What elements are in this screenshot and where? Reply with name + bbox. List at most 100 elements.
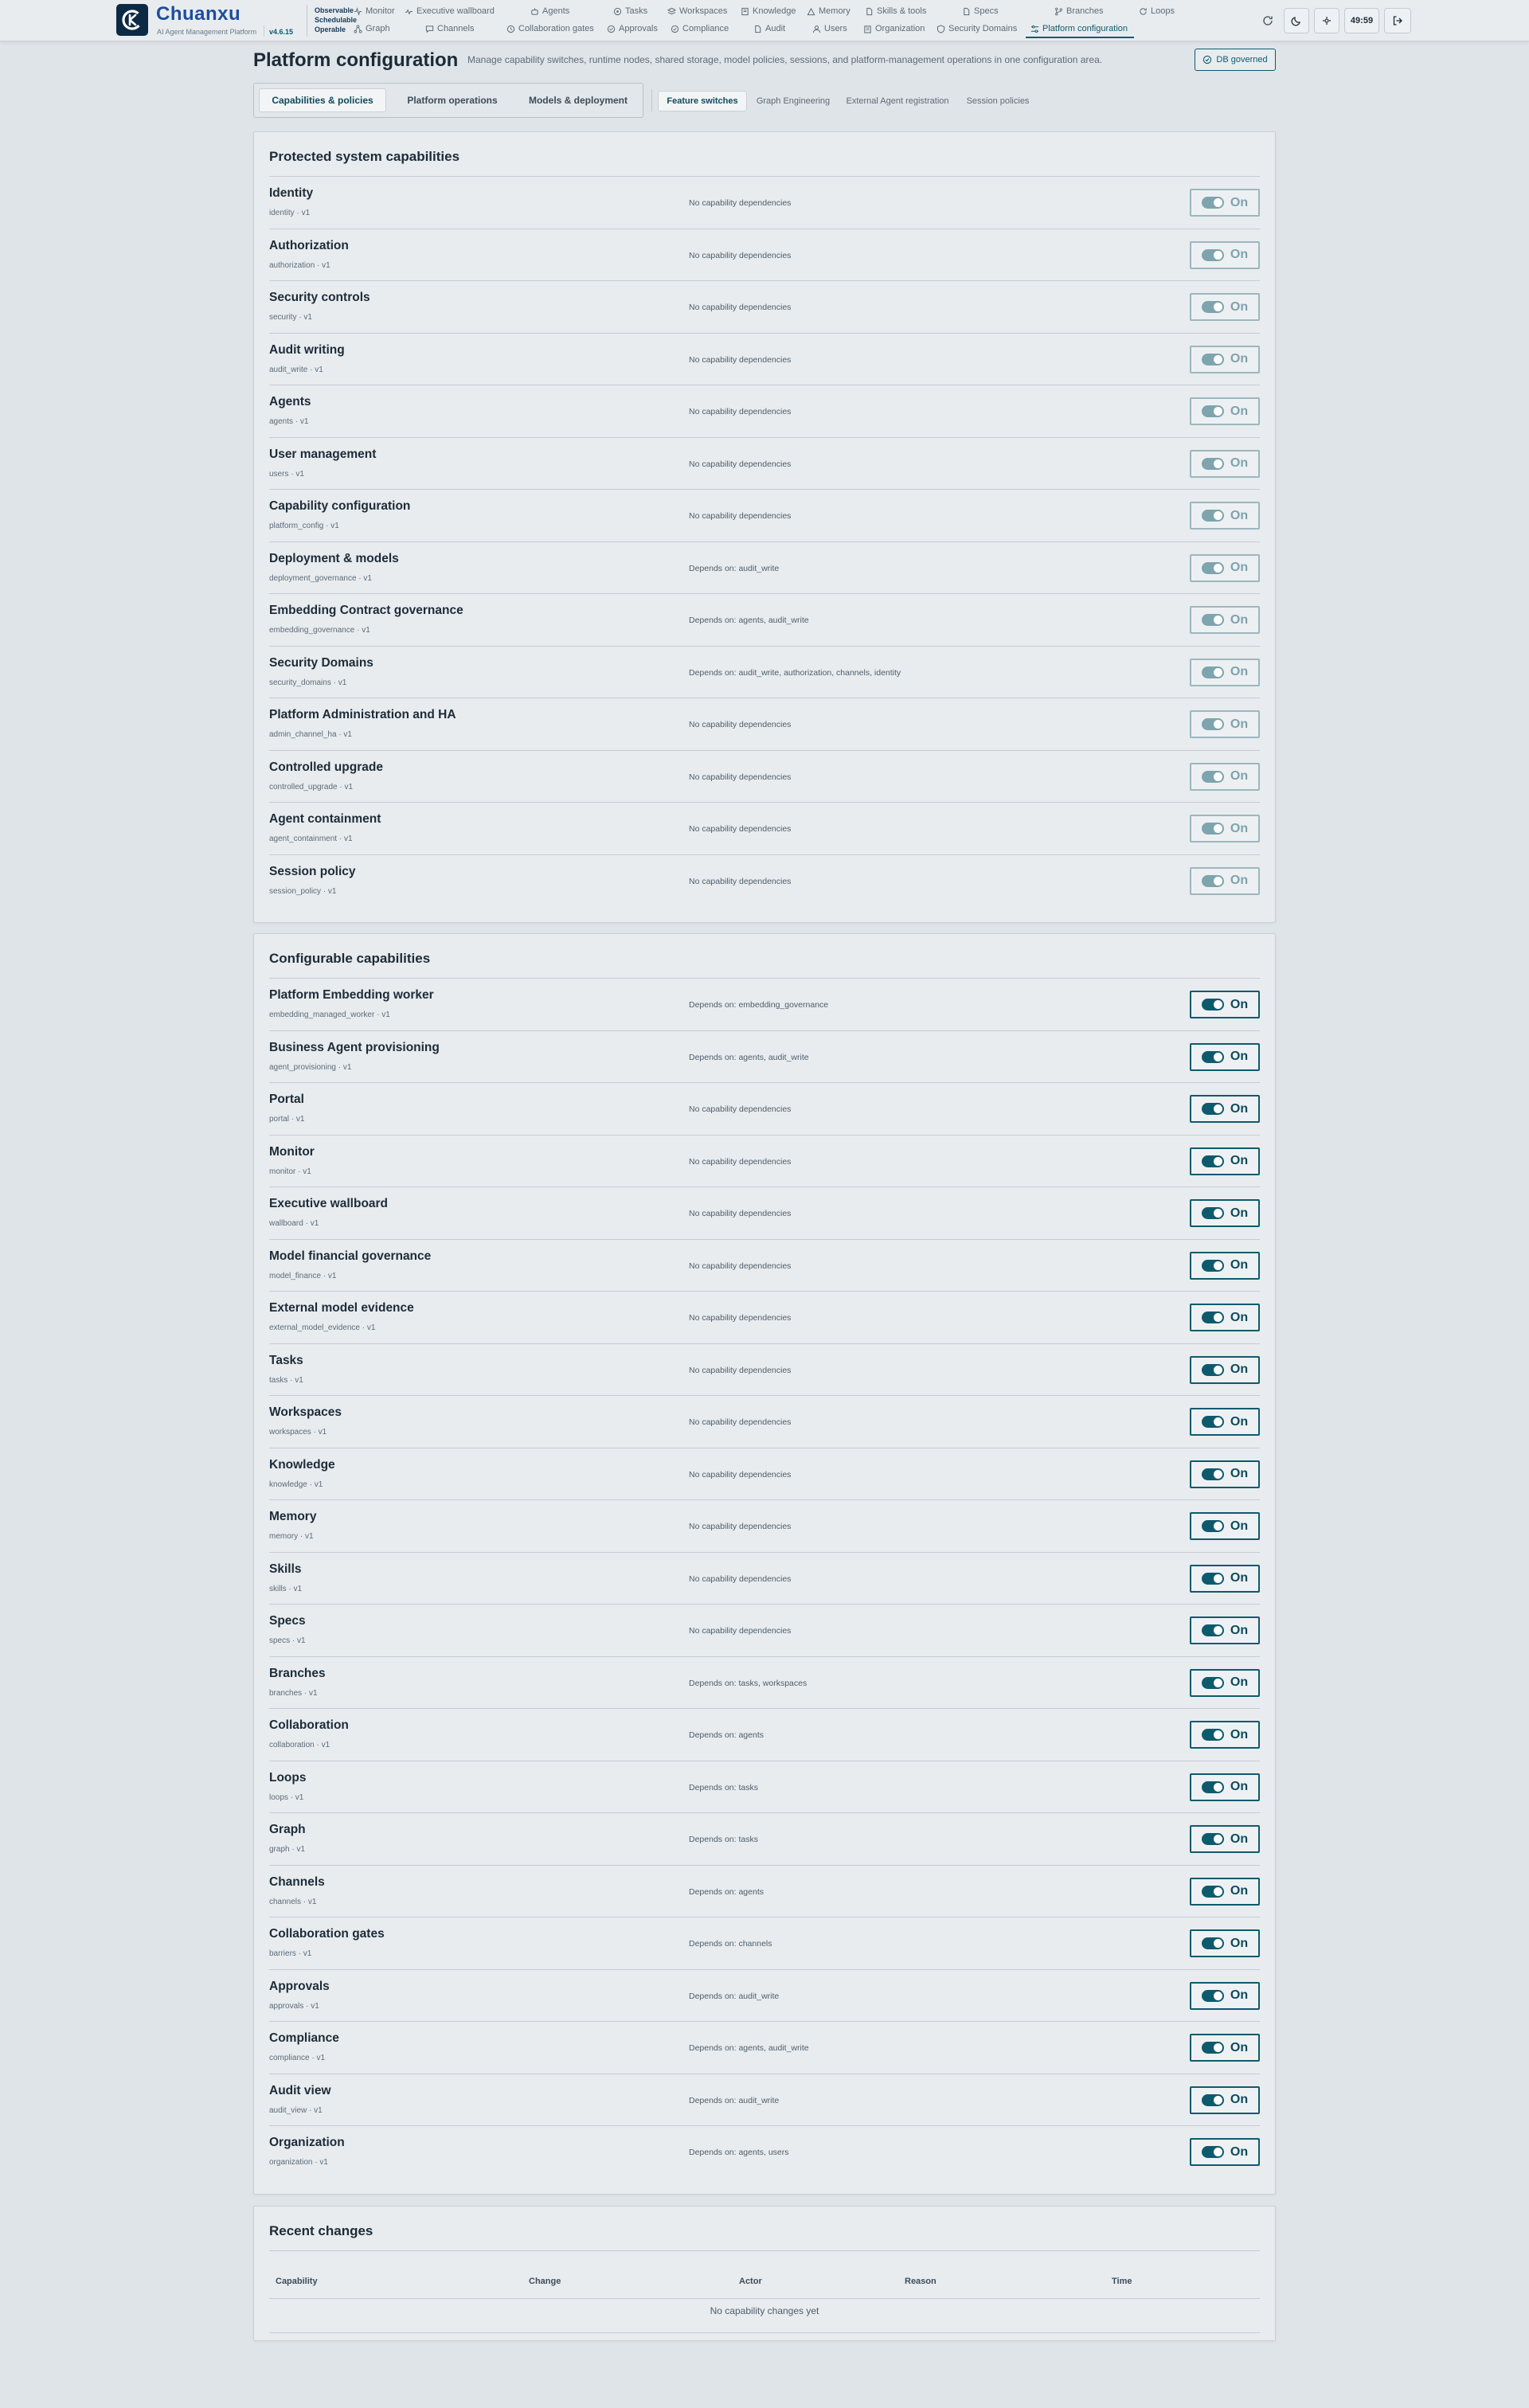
nav-executive-wallboard[interactable]: Executive wallboard: [405, 6, 495, 16]
capability-toggle[interactable]: On: [1190, 1304, 1260, 1331]
nav-label: Knowledge: [753, 6, 796, 16]
capability-name: External model evidence: [269, 1301, 414, 1315]
capability-toggle[interactable]: On: [1190, 1095, 1260, 1123]
toggle-label: On: [1230, 1988, 1249, 2002]
column-header-capability: Capability: [276, 2277, 318, 2286]
capability-toggle[interactable]: On: [1190, 1773, 1260, 1801]
tab-platform-operations[interactable]: Platform operations: [393, 88, 512, 112]
subtab-external-agent-registration[interactable]: External Agent registration: [839, 91, 956, 111]
capability-toggle: On: [1190, 658, 1260, 686]
capability-row: Collaboration collaboration · v1 Depends o…: [269, 1709, 1260, 1761]
nav-agents[interactable]: Agents: [530, 6, 569, 16]
capability-toggle[interactable]: On: [1190, 1512, 1260, 1540]
brand-logo-icon[interactable]: [116, 4, 148, 36]
toggle-label: On: [1230, 1675, 1249, 1689]
logout-button[interactable]: [1384, 8, 1411, 33]
capability-toggle[interactable]: On: [1190, 1199, 1260, 1227]
nav-monitor[interactable]: Monitor: [354, 6, 395, 16]
capability-key: controlled_upgrade · v1: [269, 782, 354, 792]
capability-toggle[interactable]: On: [1190, 991, 1260, 1018]
theme-toggle-button[interactable]: [1284, 8, 1309, 33]
capability-toggle[interactable]: On: [1190, 1251, 1260, 1280]
clock-icon: [506, 25, 515, 33]
capability-toggle[interactable]: On: [1190, 1042, 1260, 1071]
capability-toggle[interactable]: On: [1190, 1564, 1260, 1593]
active-nav-indicator: [1026, 37, 1134, 38]
capability-toggle[interactable]: On: [1190, 1616, 1260, 1644]
subtab-graph-engineering[interactable]: Graph Engineering: [750, 91, 836, 111]
nav-approvals[interactable]: Approvals: [607, 24, 658, 33]
capability-toggle[interactable]: On: [1190, 2034, 1260, 2062]
capability-toggle[interactable]: On: [1190, 1147, 1260, 1175]
nav-knowledge[interactable]: Knowledge: [741, 6, 796, 16]
subtab-session-policies[interactable]: Session policies: [959, 91, 1037, 111]
nav-compliance[interactable]: Compliance: [671, 24, 729, 33]
capability-key: model_finance · v1: [269, 1271, 337, 1280]
tagline: Observable Schedulable Operable: [315, 6, 357, 34]
tab-capabilities-policies[interactable]: Capabilities & policies: [259, 88, 386, 112]
nav-skills-tools[interactable]: Skills & tools: [865, 6, 926, 16]
capability-row: Knowledge knowledge · v1 No capability dep…: [269, 1448, 1260, 1500]
nav-channels[interactable]: Channels: [425, 24, 474, 33]
refresh-button[interactable]: [1257, 8, 1279, 33]
panel-title: Protected system capabilities: [269, 149, 460, 164]
toggle-label: On: [1230, 1884, 1249, 1898]
tab-models-deployment[interactable]: Models & deployment: [517, 88, 639, 112]
capability-name: Organization: [269, 2136, 345, 2149]
capability-row: Business Agent provisioning agent_provisi…: [269, 1031, 1260, 1083]
capability-toggle[interactable]: On: [1190, 2138, 1260, 2166]
check-circle-icon: [671, 25, 679, 33]
nav-graph[interactable]: Graph: [354, 24, 390, 33]
toggle-switch-icon: [1201, 248, 1224, 261]
nav-users[interactable]: Users: [812, 24, 847, 33]
capability-toggle[interactable]: On: [1190, 1981, 1260, 2010]
nav-organization[interactable]: Organization: [863, 24, 925, 33]
subtab-feature-switches[interactable]: Feature switches: [658, 91, 747, 111]
refresh-icon: [1263, 16, 1273, 25]
capability-name: Monitor: [269, 1144, 315, 1159]
capability-key: audit_view · v1: [269, 2105, 323, 2115]
protected-capabilities-panel: Protected system capabilities Identity id…: [253, 131, 1276, 923]
nav-specs[interactable]: Specs: [962, 6, 999, 16]
nav-collaboration-gates[interactable]: Collaboration gates: [506, 24, 594, 33]
toggle-switch-icon: [1201, 561, 1224, 574]
capability-toggle[interactable]: On: [1190, 1668, 1260, 1697]
gear-icon: [1323, 17, 1331, 25]
nav-workspaces[interactable]: Workspaces: [667, 6, 727, 16]
nav-label: Loops: [1151, 6, 1175, 16]
capability-toggle: On: [1190, 293, 1260, 321]
nav-tasks[interactable]: Tasks: [613, 6, 647, 16]
nav-branches[interactable]: Branches: [1054, 6, 1103, 16]
nav-audit[interactable]: Audit: [753, 24, 785, 33]
capability-toggle[interactable]: On: [1190, 2086, 1260, 2114]
capability-toggle[interactable]: On: [1190, 1825, 1260, 1853]
settings-button[interactable]: [1314, 8, 1339, 33]
capability-toggle[interactable]: On: [1190, 1408, 1260, 1436]
capability-dependencies: No capability dependencies: [689, 1573, 792, 1584]
capability-dependencies: Depends on: audit_write: [689, 563, 780, 573]
nav-security-domains[interactable]: Security Domains: [937, 24, 1017, 33]
sliders-icon: [1030, 25, 1039, 33]
capability-toggle[interactable]: On: [1190, 1721, 1260, 1749]
nav-platform-configuration[interactable]: Platform configuration: [1030, 24, 1128, 33]
nav-loops[interactable]: Loops: [1139, 6, 1175, 16]
capability-toggle[interactable]: On: [1190, 1877, 1260, 1906]
capability-toggle[interactable]: On: [1190, 1355, 1260, 1384]
toggle-label: On: [1230, 612, 1249, 627]
capability-row: Skills skills · v1 No capability dependenc…: [269, 1553, 1260, 1605]
capability-key: platform_config · v1: [269, 522, 339, 530]
capability-key: loops · v1: [269, 1792, 304, 1802]
capability-toggle[interactable]: On: [1190, 1460, 1260, 1488]
nav-memory[interactable]: Memory: [807, 6, 851, 16]
message-icon: [425, 25, 434, 33]
capability-key: barriers · v1: [269, 1949, 312, 1958]
capability-toggle[interactable]: On: [1190, 1929, 1260, 1957]
capability-name: Capability configuration: [269, 499, 411, 513]
top-navigation-bar: Chuanxu AI Agent Management Platform v4.…: [0, 0, 1529, 41]
toggle-label: On: [1230, 1362, 1249, 1376]
capability-dependencies: Depends on: agents, audit_write: [689, 616, 809, 625]
nav-label: Audit: [765, 24, 786, 33]
capability-name: Knowledge: [269, 1457, 335, 1472]
nav-label: Organization: [875, 24, 925, 33]
toggle-switch-icon: [1201, 1103, 1224, 1115]
